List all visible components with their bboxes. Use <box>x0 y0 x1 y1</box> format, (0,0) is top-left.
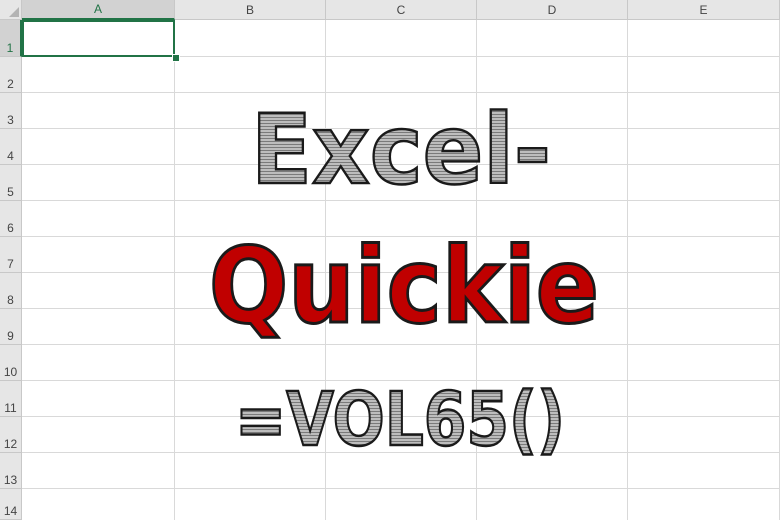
fill-handle[interactable] <box>172 54 180 62</box>
gridline <box>22 416 780 417</box>
row-header-4[interactable]: 4 <box>0 129 22 165</box>
row-header-8[interactable]: 8 <box>0 273 22 309</box>
gridline <box>22 92 780 93</box>
gridline <box>22 128 780 129</box>
gridline <box>22 488 780 489</box>
row-header-1[interactable]: 1 <box>0 20 22 57</box>
gridline <box>22 200 780 201</box>
row-header-5[interactable]: 5 <box>0 165 22 201</box>
gridline <box>22 344 780 345</box>
gridline <box>22 164 780 165</box>
gridline <box>22 236 780 237</box>
column-header-a[interactable]: A <box>22 0 175 20</box>
gridline <box>22 308 780 309</box>
gridline <box>22 272 780 273</box>
row-header-3[interactable]: 3 <box>0 93 22 129</box>
gridline <box>22 452 780 453</box>
column-header-b[interactable]: B <box>175 0 326 20</box>
row-header-11[interactable]: 11 <box>0 381 22 417</box>
spreadsheet-grid: A B C D E 1 2 3 4 5 6 7 8 9 10 11 12 13 … <box>0 0 780 520</box>
row-header-10[interactable]: 10 <box>0 345 22 381</box>
gridline <box>627 20 628 520</box>
select-all-button[interactable] <box>0 0 22 20</box>
row-header-6[interactable]: 6 <box>0 201 22 237</box>
row-header-2[interactable]: 2 <box>0 57 22 93</box>
row-header-9[interactable]: 9 <box>0 309 22 345</box>
row-header-14[interactable]: 14 <box>0 489 22 520</box>
column-header-d[interactable]: D <box>477 0 628 20</box>
row-header-12[interactable]: 12 <box>0 417 22 453</box>
column-header-e[interactable]: E <box>628 0 780 20</box>
row-header-13[interactable]: 13 <box>0 453 22 489</box>
column-header-c[interactable]: C <box>326 0 477 20</box>
gridline <box>174 20 175 520</box>
selected-cell-a1[interactable] <box>22 20 175 57</box>
gridline <box>476 20 477 520</box>
gridline <box>22 380 780 381</box>
gridline <box>325 20 326 520</box>
row-header-7[interactable]: 7 <box>0 237 22 273</box>
select-all-triangle-icon <box>9 7 19 17</box>
